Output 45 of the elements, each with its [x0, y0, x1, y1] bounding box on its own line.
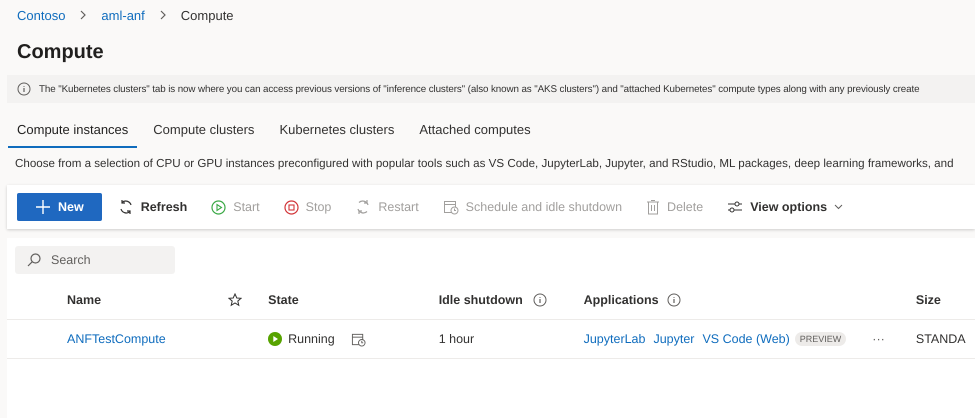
- tab[interactable]: Compute instances: [8, 116, 138, 148]
- more-button[interactable]: ···: [868, 332, 889, 346]
- info-icon: [17, 82, 31, 96]
- chevron-icon: [158, 10, 167, 20]
- column-header[interactable]: Name: [67, 293, 102, 307]
- size-text: STANDA: [916, 332, 966, 346]
- trash-icon: [646, 199, 660, 215]
- application-link[interactable]: Jupyter: [653, 332, 694, 346]
- preview-badge: PREVIEW: [794, 332, 846, 346]
- column-header[interactable]: Idle shutdown: [438, 293, 523, 307]
- search-field[interactable]: Search: [15, 246, 175, 274]
- column-header[interactable]: State: [268, 293, 299, 307]
- description-text: Choose from a selection of CPU or GPU instances preconfigured with popular tools such as VS Code, JupyterLab, Jupyter, and RStudio, ML packages, deep learning frameworks, and: [15, 157, 955, 172]
- refresh-icon: [118, 199, 134, 215]
- compute-name-link[interactable]: ANFTestCompute: [67, 332, 166, 346]
- refresh-button[interactable]: Refresh: [108, 193, 198, 221]
- play-icon: [211, 200, 226, 214]
- tab[interactable]: Attached computes: [410, 116, 540, 148]
- page-title: Compute: [17, 40, 105, 65]
- calendar-clock-icon: [442, 199, 459, 215]
- column-header[interactable]: Applications: [584, 293, 659, 307]
- chevron-icon: [79, 10, 88, 20]
- breadcrumb-item[interactable]: Contoso: [17, 8, 66, 22]
- tab[interactable]: Compute clusters: [144, 116, 264, 148]
- column-header[interactable]: Size: [916, 293, 941, 307]
- state-text: Running: [288, 332, 335, 346]
- info-icon[interactable]: [666, 293, 681, 307]
- application-link[interactable]: JupyterLab: [584, 332, 646, 346]
- plus-icon: [35, 199, 51, 215]
- idle-shutdown-text: 1 hour: [438, 332, 474, 346]
- view-options-button[interactable]: View options: [717, 193, 854, 221]
- stop-icon: [284, 200, 299, 214]
- application-link[interactable]: VS Code (Web): [702, 332, 790, 346]
- breadcrumb-item: Compute: [180, 8, 234, 22]
- new-button[interactable]: New: [17, 193, 102, 221]
- restart-icon: [355, 199, 372, 215]
- chevron-down-icon: [834, 204, 844, 210]
- tab[interactable]: Kubernetes clusters: [270, 116, 404, 148]
- calendar-clock-icon[interactable]: [350, 332, 366, 346]
- star-icon[interactable]: [228, 293, 242, 307]
- running-icon: [268, 332, 282, 346]
- info-message: The "Kubernetes clusters" tab is now where you can access previous versions of "inference clusters" (also known as "AKS clusters") and "attached Kubernetes" compute types along with any previously create: [39, 84, 920, 94]
- sliders-icon: [727, 200, 744, 214]
- breadcrumb-item[interactable]: aml-anf: [101, 8, 145, 22]
- info-icon[interactable]: [532, 293, 547, 307]
